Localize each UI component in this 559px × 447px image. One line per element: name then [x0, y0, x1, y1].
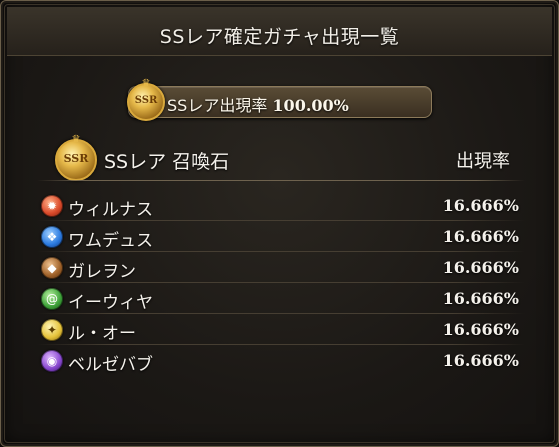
summon-row: @ イーウィヤ 16.666%: [37, 284, 525, 314]
summon-rate: 16.666%: [442, 227, 519, 246]
earth-element-icon: ◆: [41, 257, 63, 279]
fire-element-icon: ✹: [41, 195, 63, 217]
summon-name: ワムデュス: [68, 231, 153, 251]
window-title: SSレア確定ガチャ出現一覧: [159, 26, 400, 48]
row-divider: [37, 251, 525, 252]
ssr-rate-value: 100.00%: [272, 96, 349, 115]
summon-rate: 16.666%: [442, 196, 519, 215]
summon-row: ✦ ル・オー 16.666%: [37, 315, 525, 345]
ssr-badge-text: SSR: [134, 95, 158, 106]
gacha-rate-window: SSレア確定ガチャ出現一覧 ♛ SSR SSレア出現率 100.00% ♛ SS…: [0, 0, 559, 447]
summon-name: ガレヲン: [68, 262, 136, 282]
summon-rate: 16.666%: [442, 289, 519, 308]
dark-element-icon: ◉: [41, 350, 63, 372]
summon-name: ベルゼバブ: [68, 355, 153, 375]
window-header: SSレア確定ガチャ出現一覧: [7, 7, 552, 56]
wind-element-icon: @: [41, 288, 63, 310]
summon-row: ◆ ガレヲン 16.666%: [37, 253, 525, 283]
summon-row: ❖ ワムデュス 16.666%: [37, 222, 525, 252]
light-element-icon: ✦: [41, 319, 63, 341]
summon-row: ◉ ベルゼバブ 16.666%: [37, 346, 525, 376]
ssr-rate-label: SSレア出現率: [167, 96, 268, 115]
crown-icon: ♛: [141, 78, 151, 89]
row-divider: [37, 220, 525, 221]
category-ssr-badge-icon: ♛ SSR: [55, 134, 97, 181]
summon-rate: 16.666%: [442, 351, 519, 370]
category-badge-text: SSR: [63, 152, 89, 165]
header-divider: [37, 180, 525, 181]
row-divider: [37, 344, 525, 345]
summon-rate: 16.666%: [442, 320, 519, 339]
rate-column-header: 出現率: [456, 151, 510, 172]
crown-icon: ♛: [71, 134, 81, 145]
summon-name: イーウィヤ: [68, 293, 153, 313]
ssr-rate-text: SSレア出現率 100.00%: [167, 92, 349, 116]
ssr-badge-icon: ♛ SSR: [127, 78, 165, 121]
water-element-icon: ❖: [41, 226, 63, 248]
summon-name: ル・オー: [68, 324, 136, 344]
row-divider: [37, 313, 525, 314]
summon-rate: 16.666%: [442, 258, 519, 277]
summon-row: ✹ ウィルナス 16.666%: [37, 191, 525, 221]
row-divider: [37, 282, 525, 283]
summon-name: ウィルナス: [68, 200, 153, 220]
ssr-rate-banner: ♛ SSR SSレア出現率 100.00%: [127, 78, 432, 121]
category-label: SSレア 召喚石: [104, 151, 230, 173]
